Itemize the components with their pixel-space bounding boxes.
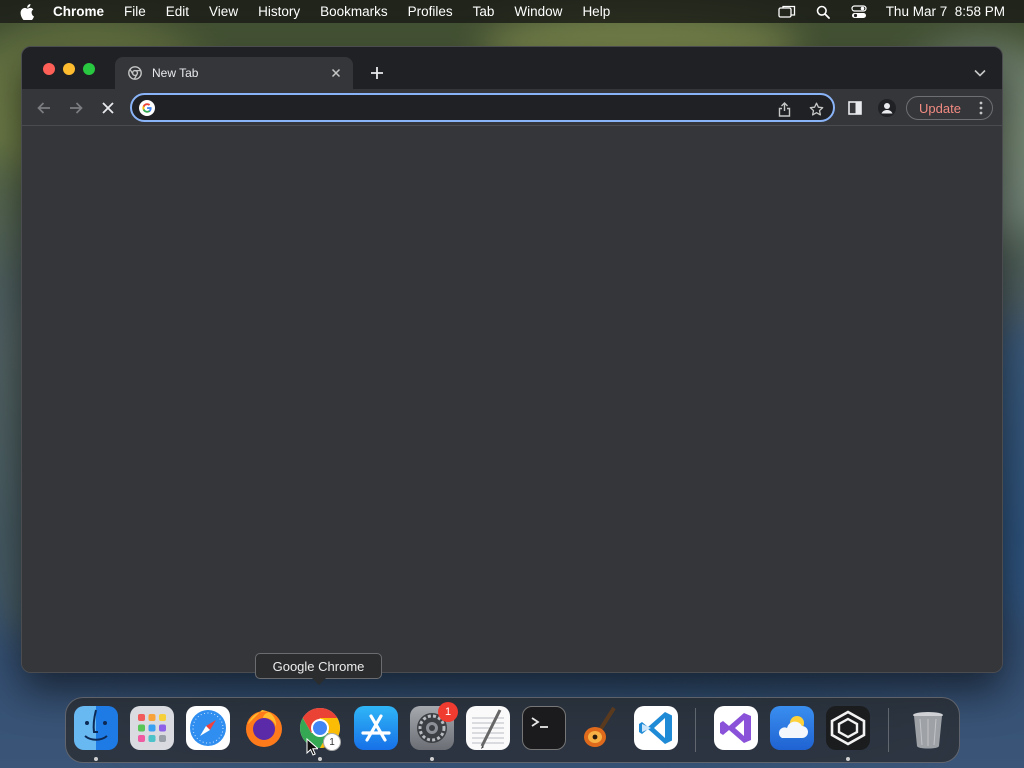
app-store-icon[interactable] — [354, 706, 398, 750]
tab-title: New Tab — [152, 66, 199, 80]
menu-help[interactable]: Help — [582, 4, 610, 19]
menu-tab[interactable]: Tab — [473, 4, 495, 19]
side-panel-icon[interactable] — [845, 98, 865, 118]
spotlight-search-icon[interactable] — [814, 5, 832, 19]
mouse-cursor-icon — [306, 738, 318, 756]
vscode-icon[interactable] — [634, 706, 678, 750]
cube-app-icon[interactable] — [826, 706, 870, 750]
menu-view[interactable]: View — [209, 4, 238, 19]
google-g-icon — [139, 100, 155, 116]
finder-icon[interactable] — [74, 706, 118, 750]
menu-bar: Chrome File Edit View History Bookmarks … — [0, 0, 1024, 23]
garageband-icon[interactable] — [578, 706, 622, 750]
cube-app-running-dot — [846, 757, 850, 761]
dock-separator — [888, 708, 889, 752]
new-tab-button[interactable] — [368, 64, 386, 82]
weather-icon[interactable] — [770, 706, 814, 750]
bookmark-star-icon[interactable] — [808, 101, 824, 117]
update-button[interactable]: Update — [906, 96, 993, 120]
window-close-button[interactable] — [43, 63, 55, 75]
chrome-download-badge-count: 1 — [329, 736, 335, 748]
tab-close-icon[interactable] — [328, 65, 344, 81]
menu-bookmarks[interactable]: Bookmarks — [320, 4, 388, 19]
menu-window[interactable]: Window — [514, 4, 562, 19]
screen-mirroring-icon[interactable] — [778, 5, 796, 19]
tab-new-tab[interactable]: New Tab — [115, 57, 353, 89]
stop-loading-icon[interactable] — [98, 98, 118, 118]
window-zoom-button[interactable] — [83, 63, 95, 75]
launchpad-icon[interactable] — [130, 706, 174, 750]
address-bar[interactable] — [130, 93, 835, 122]
menu-history[interactable]: History — [258, 4, 300, 19]
address-input[interactable] — [164, 98, 724, 117]
menu-profiles[interactable]: Profiles — [408, 4, 453, 19]
visual-studio-icon[interactable] — [714, 706, 758, 750]
browser-toolbar: Update — [22, 89, 1002, 126]
chrome-favicon-icon — [128, 66, 142, 80]
page-content[interactable] — [22, 127, 1002, 672]
textedit-icon[interactable] — [466, 706, 510, 750]
finder-running-dot — [94, 757, 98, 761]
menu-edit[interactable]: Edit — [166, 4, 189, 19]
back-arrow-icon[interactable] — [34, 98, 54, 118]
settings-running-dot — [430, 757, 434, 761]
safari-icon[interactable] — [186, 706, 230, 750]
share-icon[interactable] — [776, 101, 792, 117]
chrome-download-badge: 1 — [323, 733, 341, 751]
update-label: Update — [919, 100, 961, 116]
dock-tooltip: Google Chrome — [255, 653, 382, 685]
forward-arrow-icon[interactable] — [66, 98, 86, 118]
terminal-icon[interactable] — [522, 706, 566, 750]
menu-file[interactable]: File — [124, 4, 146, 19]
firefox-icon[interactable] — [242, 706, 286, 750]
profile-avatar-icon[interactable] — [877, 98, 897, 118]
menubar-clock[interactable]: Thu Mar 7 8:58 PM — [886, 4, 1005, 19]
kebab-menu-icon[interactable] — [978, 101, 984, 115]
control-center-icon[interactable] — [850, 4, 868, 19]
chrome-window: New Tab Update — [21, 46, 1003, 673]
chrome-running-dot — [318, 757, 322, 761]
window-minimize-button[interactable] — [63, 63, 75, 75]
dock-separator — [695, 708, 696, 752]
dock — [65, 697, 960, 763]
tab-search-chevron-icon[interactable] — [972, 65, 988, 81]
apple-menu-icon[interactable] — [19, 3, 35, 20]
menu-app-name[interactable]: Chrome — [53, 4, 104, 19]
trash-icon[interactable] — [906, 706, 950, 750]
settings-notification-badge: 1 — [438, 702, 458, 722]
tab-strip: New Tab — [22, 47, 1002, 89]
